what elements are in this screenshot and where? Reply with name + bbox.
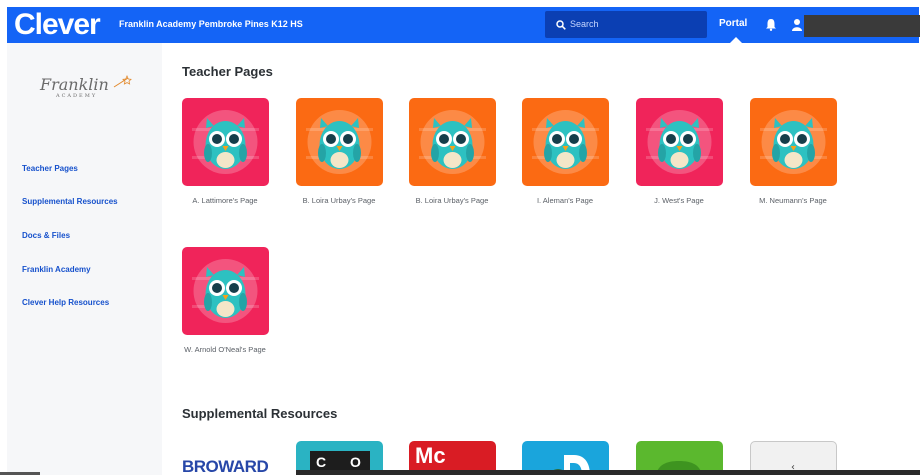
teacher-page-tile[interactable] xyxy=(409,98,496,186)
teacher-pages-heading: Teacher Pages xyxy=(182,64,273,79)
teacher-page-tile[interactable] xyxy=(636,98,723,186)
resource-tile-broward-text: BROWARD xyxy=(182,457,269,475)
owl-icon xyxy=(192,110,259,174)
clever-logo[interactable]: Clever xyxy=(14,8,101,42)
owl-icon xyxy=(192,259,259,323)
teacher-page-label[interactable]: W. Arnold O'Neal's Page xyxy=(170,344,280,355)
owl-icon xyxy=(532,110,599,174)
bell-icon[interactable] xyxy=(765,18,777,31)
teacher-page-label[interactable]: J. West's Page xyxy=(624,195,734,206)
owl-icon xyxy=(760,110,827,174)
logo-text: Franklin xyxy=(40,75,109,94)
top-navigation-bar: Clever Franklin Academy Pembroke Pines K… xyxy=(7,7,920,43)
logo-subtext: ACADEMY xyxy=(56,93,98,99)
teacher-page-label[interactable]: B. Loira Urbay's Page xyxy=(397,195,507,206)
owl-icon xyxy=(646,110,713,174)
sidebar-item-teacher-pages[interactable]: Teacher Pages xyxy=(22,164,78,173)
school-logo: Franklin ACADEMY xyxy=(40,75,135,105)
user-icon[interactable] xyxy=(792,18,802,31)
active-tab-indicator xyxy=(730,37,742,43)
resource-tile-mcgraw-hill-text: Mc xyxy=(415,443,446,468)
star-icon xyxy=(113,75,132,88)
teacher-page-label[interactable]: M. Neumann's Page xyxy=(738,195,848,206)
teacher-page-tile[interactable] xyxy=(296,98,383,186)
search-placeholder: Search xyxy=(570,19,599,29)
sidebar: Franklin ACADEMY Teacher Pages Supplemen… xyxy=(7,43,162,475)
teacher-page-tile[interactable] xyxy=(182,247,269,335)
teacher-page-label[interactable]: A. Lattimore's Page xyxy=(170,195,280,206)
bottom-divider xyxy=(296,470,920,475)
search-input[interactable]: Search xyxy=(545,11,707,38)
portal-link[interactable]: Portal xyxy=(719,18,747,29)
district-name: Franklin Academy Pembroke Pines K12 HS xyxy=(119,19,303,29)
teacher-page-label[interactable]: B. Loira Urbay's Page xyxy=(284,195,394,206)
search-icon xyxy=(556,20,566,30)
sidebar-item-docs-files[interactable]: Docs & Files xyxy=(22,231,70,240)
teacher-page-tile[interactable] xyxy=(522,98,609,186)
owl-icon xyxy=(419,110,486,174)
teacher-page-tile[interactable] xyxy=(750,98,837,186)
supplemental-resources-heading: Supplemental Resources xyxy=(182,406,338,421)
teacher-page-tile[interactable] xyxy=(182,98,269,186)
teacher-page-label[interactable]: I. Aleman's Page xyxy=(510,195,620,206)
sidebar-item-supplemental-resources[interactable]: Supplemental Resources xyxy=(22,197,118,206)
sidebar-item-clever-help-resources[interactable]: Clever Help Resources xyxy=(22,298,109,307)
owl-icon xyxy=(306,110,373,174)
user-name-redacted xyxy=(804,15,920,37)
resource-tile-code-text: C O xyxy=(316,454,371,470)
resource-tile-broward[interactable]: BROWARD xyxy=(182,441,269,475)
sidebar-item-franklin-academy[interactable]: Franklin Academy xyxy=(22,265,91,274)
